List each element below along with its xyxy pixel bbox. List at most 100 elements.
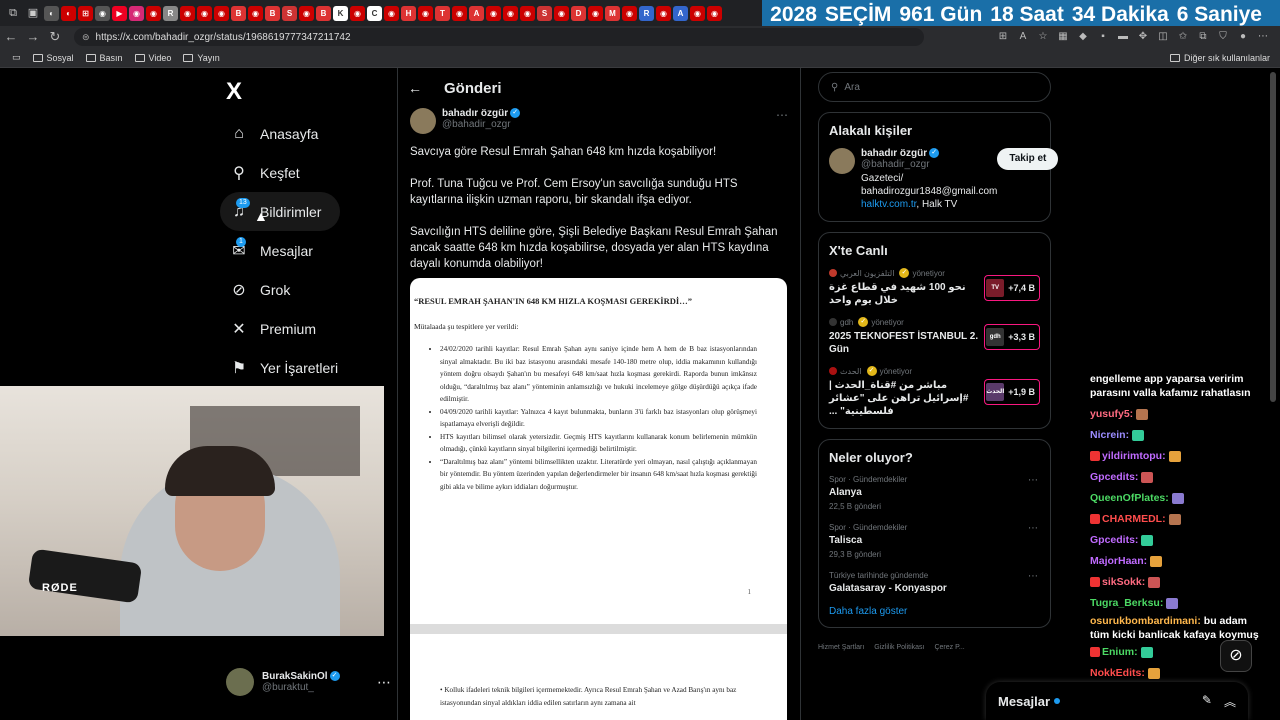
- collections-icon[interactable]: ⧉: [1196, 30, 1210, 44]
- chat-username[interactable]: yildirimtopu:: [1102, 450, 1166, 462]
- post-more-icon[interactable]: ⋯: [776, 108, 788, 134]
- browser-tab[interactable]: ◉: [690, 5, 705, 21]
- page-scrollbar[interactable]: [1270, 72, 1276, 402]
- messages-drawer[interactable]: Mesajlar ✎ ︽: [986, 682, 1248, 720]
- browser-tab[interactable]: ▶: [112, 5, 127, 21]
- bookmark-folder-video[interactable]: Video: [134, 53, 171, 63]
- browser-tab[interactable]: ◉: [656, 5, 671, 21]
- live-item[interactable]: gdh ✓ yönetiyor 2025 TEKNOFEST İSTANBUL 2.…: [829, 317, 1040, 356]
- live-item[interactable]: التلفزيون العربي ✓ yönetiyor نحو 100 شهيد …: [829, 268, 1040, 307]
- chat-username[interactable]: yusufy5:: [1090, 408, 1133, 420]
- browser-tab[interactable]: ◉: [146, 5, 161, 21]
- grok-floating-button[interactable]: ⊘: [1220, 640, 1252, 672]
- install-icon[interactable]: ⊞: [996, 30, 1010, 44]
- related-name[interactable]: bahadır özgür ✓: [861, 148, 997, 159]
- browser-tab[interactable]: В: [231, 5, 246, 21]
- nav-item-bookmarks[interactable]: ⚑ Yer İşaretleri: [220, 348, 395, 387]
- avatar[interactable]: [829, 148, 855, 174]
- read-aloud-icon[interactable]: A: [1016, 30, 1030, 44]
- browser-tab[interactable]: R: [639, 5, 654, 21]
- url-input[interactable]: ⊜ https://x.com/bahadir_ozgr/status/1968…: [74, 28, 924, 46]
- browser-tab[interactable]: ◉: [248, 5, 263, 21]
- account-switcher[interactable]: BurakSakinOl ✓ @buraktut_ ⋯: [226, 668, 391, 696]
- more-icon[interactable]: ⋯: [377, 674, 391, 691]
- back-arrow-icon[interactable]: ←: [408, 80, 436, 96]
- browser-tab[interactable]: R: [163, 5, 178, 21]
- nav-item-notifications[interactable]: ♫ 13 Bildirimler: [220, 192, 340, 231]
- chat-username[interactable]: Nicrein:: [1090, 429, 1129, 441]
- trend-more-icon[interactable]: ⋯: [1028, 523, 1038, 534]
- chat-username[interactable]: sikSokk:: [1102, 576, 1145, 588]
- nav-item-home[interactable]: ⌂ Anasayfa: [220, 114, 395, 153]
- browser-tab[interactable]: ◉: [520, 5, 535, 21]
- site-info-icon[interactable]: ⊜: [82, 32, 90, 43]
- nav-item-premium[interactable]: ✕ Premium: [220, 309, 395, 348]
- browser-tab[interactable]: В: [316, 5, 331, 21]
- live-item[interactable]: الحدث ✓ yönetiyor مباشر من #قناة_الحدث | #…: [829, 366, 1040, 418]
- favorite-star-icon[interactable]: ☆: [1036, 30, 1050, 44]
- expand-chevron-icon[interactable]: ︽: [1224, 693, 1236, 710]
- chat-username[interactable]: Enium:: [1102, 646, 1138, 658]
- browser-tab[interactable]: ◉: [214, 5, 229, 21]
- browser-tab[interactable]: ◉: [486, 5, 501, 21]
- follow-button[interactable]: Takip et: [997, 148, 1059, 170]
- show-more-link[interactable]: Daha fazla göster: [829, 606, 1040, 617]
- browser-tab[interactable]: ◉: [707, 5, 722, 21]
- footer-link[interactable]: Hizmet Şartları: [818, 644, 864, 651]
- author-name[interactable]: bahadır özgür ✓: [442, 108, 521, 119]
- browser-tab[interactable]: ◉: [95, 5, 110, 21]
- other-favorites[interactable]: Diğer sık kullanılanlar: [1169, 53, 1270, 63]
- browser-tab[interactable]: В: [265, 5, 280, 21]
- browser-tab[interactable]: ◉: [588, 5, 603, 21]
- shield-icon[interactable]: ⛉: [1216, 30, 1230, 44]
- browser-tab[interactable]: A: [469, 5, 484, 21]
- browser-tab[interactable]: ◉: [452, 5, 467, 21]
- browser-tab[interactable]: Н: [401, 5, 416, 21]
- workspaces-icon[interactable]: ⧉: [4, 4, 22, 22]
- browser-tab[interactable]: A: [673, 5, 688, 21]
- extension-icon[interactable]: ◆: [1076, 30, 1090, 44]
- chat-username[interactable]: osurukbombardimani:: [1090, 615, 1201, 627]
- search-input[interactable]: ⚲ Ara: [818, 72, 1051, 102]
- browser-tab[interactable]: S: [537, 5, 552, 21]
- bookmark-folder-sosyal[interactable]: Sosyal: [32, 53, 74, 63]
- trend-item[interactable]: Spor · Gündemdekiler Alanya 22,5 B gönde…: [829, 475, 1040, 511]
- browser-tab[interactable]: ◉: [197, 5, 212, 21]
- chat-username[interactable]: QueenOfPlates:: [1090, 492, 1169, 504]
- nav-item-grok[interactable]: ⊘ Grok: [220, 270, 395, 309]
- tab-actions-icon[interactable]: ▣: [24, 4, 42, 22]
- browser-tab[interactable]: S: [282, 5, 297, 21]
- reload-icon[interactable]: ↻: [44, 26, 66, 48]
- new-message-icon[interactable]: ✎: [1202, 693, 1212, 710]
- more-menu-icon[interactable]: ⋯: [1256, 30, 1270, 44]
- trend-item[interactable]: Spor · Gündemdekiler Talisca 29,3 B gönd…: [829, 523, 1040, 559]
- browser-tab[interactable]: ◐: [61, 5, 76, 21]
- extension-icon[interactable]: ▪: [1096, 30, 1110, 44]
- browser-tab[interactable]: Т: [435, 5, 450, 21]
- footer-link[interactable]: Çerez P...: [934, 644, 964, 651]
- browser-tab[interactable]: ◉: [129, 5, 144, 21]
- x-logo-icon[interactable]: X: [226, 78, 254, 106]
- split-screen-icon[interactable]: ◫: [1156, 30, 1170, 44]
- favorites-icon[interactable]: ✩: [1176, 30, 1190, 44]
- browser-tab[interactable]: M: [605, 5, 620, 21]
- author-handle[interactable]: @bahadir_ozgr: [442, 119, 520, 130]
- related-person[interactable]: bahadır özgür ✓ @bahadir_ozgr Gazeteci/ b…: [829, 148, 1059, 211]
- extensions-puzzle-icon[interactable]: ✥: [1136, 30, 1150, 44]
- back-icon[interactable]: ←: [0, 26, 22, 48]
- bookmark-folder-basin[interactable]: Basın: [85, 53, 123, 63]
- chat-username[interactable]: Gpcedits:: [1090, 534, 1138, 546]
- chat-username[interactable]: Gpcedits:: [1090, 471, 1138, 483]
- browser-tab[interactable]: ◐: [44, 5, 59, 21]
- bookmark-icon[interactable]: ▭: [12, 52, 21, 63]
- trend-more-icon[interactable]: ⋯: [1028, 475, 1038, 486]
- browser-tab[interactable]: ◉: [418, 5, 433, 21]
- browser-tab[interactable]: D: [571, 5, 586, 21]
- chat-username[interactable]: Tugra_Berksu:: [1090, 597, 1163, 609]
- browser-tab[interactable]: ◉: [384, 5, 399, 21]
- profile-avatar[interactable]: ●: [1236, 30, 1250, 44]
- chat-username[interactable]: NokkEdits:: [1090, 667, 1145, 679]
- browser-tab[interactable]: ◉: [503, 5, 518, 21]
- browser-tab[interactable]: ◉: [554, 5, 569, 21]
- browser-tab[interactable]: C: [367, 5, 382, 21]
